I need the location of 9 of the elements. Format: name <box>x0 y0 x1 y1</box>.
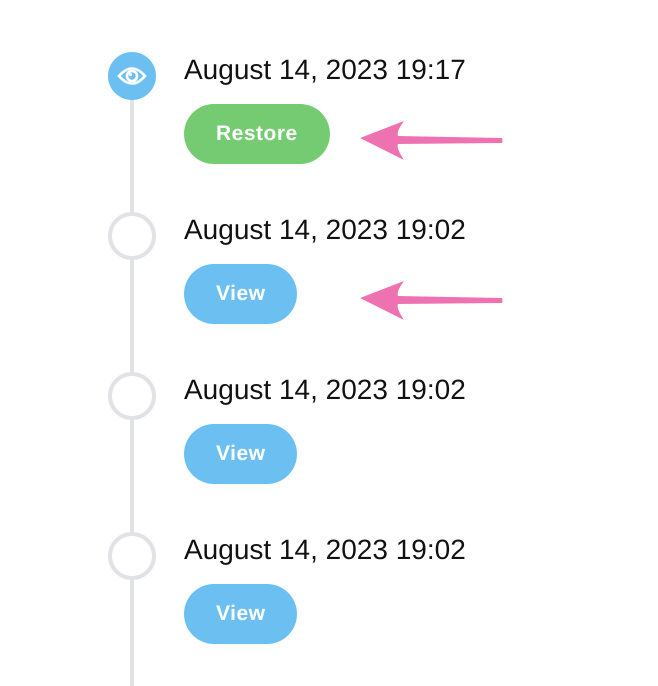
timestamp: August 14, 2023 19:17 <box>184 53 466 87</box>
timestamp: August 14, 2023 19:02 <box>184 373 466 407</box>
timestamp: August 14, 2023 19:02 <box>184 213 466 247</box>
view-button[interactable]: View <box>184 424 298 484</box>
view-button[interactable]: View <box>184 264 298 324</box>
restore-button[interactable]: Restore <box>184 104 330 164</box>
eye-icon <box>117 65 147 87</box>
timestamp: August 14, 2023 19:02 <box>184 533 466 567</box>
view-button[interactable]: View <box>184 584 298 644</box>
